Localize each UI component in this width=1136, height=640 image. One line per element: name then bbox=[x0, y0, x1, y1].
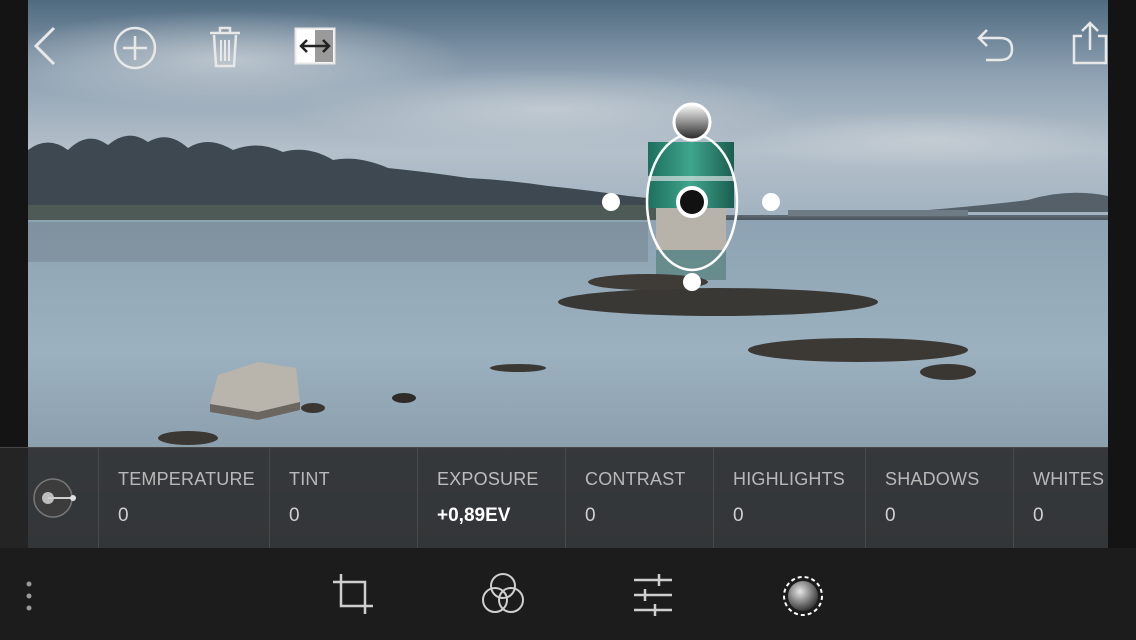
back-icon[interactable] bbox=[30, 24, 60, 68]
crop-icon[interactable] bbox=[331, 572, 375, 618]
param-exposure[interactable]: EXPOSURE +0,89EV bbox=[417, 448, 565, 549]
radial-filter-icon[interactable] bbox=[781, 573, 825, 619]
radial-mode-icon[interactable] bbox=[31, 477, 79, 519]
undo-icon[interactable] bbox=[974, 26, 1016, 66]
param-shadows[interactable]: SHADOWS 0 bbox=[865, 448, 1013, 549]
color-mix-icon[interactable] bbox=[481, 572, 525, 618]
add-icon[interactable] bbox=[112, 25, 158, 71]
param-value: 0 bbox=[585, 505, 596, 526]
param-label: CONTRAST bbox=[585, 469, 686, 489]
share-icon[interactable] bbox=[1070, 20, 1110, 66]
param-value: 0 bbox=[733, 505, 744, 526]
param-highlights[interactable]: HIGHLIGHTS 0 bbox=[713, 448, 865, 549]
trash-icon[interactable] bbox=[207, 25, 243, 69]
param-label: SHADOWS bbox=[885, 469, 980, 489]
feather-handle[interactable] bbox=[672, 102, 712, 142]
param-label: TEMPERATURE bbox=[118, 469, 255, 489]
before-after-icon[interactable] bbox=[294, 27, 336, 65]
param-value: 0 bbox=[118, 505, 129, 526]
param-label: HIGHLIGHTS bbox=[733, 469, 846, 489]
sliders-icon[interactable] bbox=[631, 572, 675, 618]
param-label: TINT bbox=[289, 469, 330, 489]
param-value: 0 bbox=[1033, 505, 1044, 526]
param-value: +0,89EV bbox=[437, 505, 511, 526]
param-label: WHITES bbox=[1033, 469, 1105, 489]
param-value: 0 bbox=[885, 505, 896, 526]
param-tint[interactable]: TINT 0 bbox=[269, 448, 417, 549]
bottom-toolbar bbox=[0, 548, 1136, 640]
param-label: EXPOSURE bbox=[437, 469, 539, 489]
resize-handle-left[interactable] bbox=[602, 193, 620, 211]
param-value: 0 bbox=[289, 505, 300, 526]
param-whites[interactable]: WHITES 0 bbox=[1013, 448, 1109, 549]
adjustment-panel: TEMPERATURE 0 TINT 0 EXPOSURE +0,89EV CO… bbox=[0, 447, 1108, 549]
param-contrast[interactable]: CONTRAST 0 bbox=[565, 448, 713, 549]
resize-handle-right[interactable] bbox=[762, 193, 780, 211]
more-vertical-icon[interactable] bbox=[22, 579, 36, 613]
param-temperature[interactable]: TEMPERATURE 0 bbox=[98, 448, 269, 549]
resize-handle-bottom[interactable] bbox=[683, 273, 701, 291]
center-pin-handle[interactable] bbox=[676, 186, 708, 218]
